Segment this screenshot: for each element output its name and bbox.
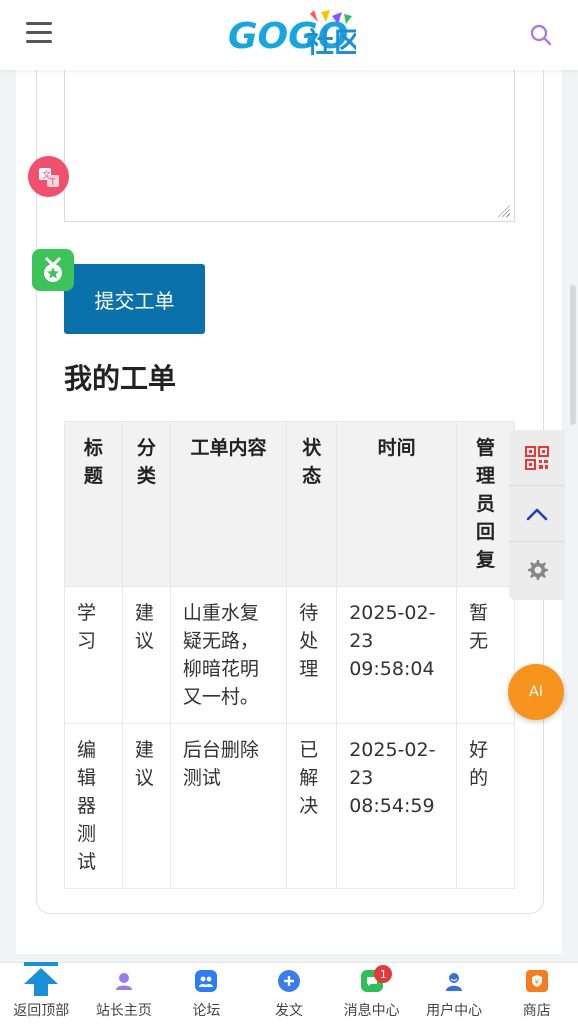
qrcode-icon[interactable]	[509, 430, 565, 486]
arrow-up-icon	[24, 962, 59, 996]
nav-post[interactable]: 发文	[248, 963, 331, 1024]
cell-status: 待处理	[286, 586, 338, 724]
svg-text:T: T	[49, 178, 56, 188]
plus-icon	[278, 970, 301, 992]
svg-text:社区: 社区	[306, 26, 356, 59]
medal-icon[interactable]	[32, 249, 74, 291]
nav-shop[interactable]: ¥ 商店	[495, 963, 578, 1024]
column-header-reply: 管理员回复	[456, 421, 515, 587]
nav-admin-home[interactable]: 站长主页	[83, 963, 166, 1024]
cell-title: 编辑器测试	[64, 723, 123, 889]
nav-user-center[interactable]: 用户中心	[413, 963, 496, 1024]
table-row[interactable]: 学习 建议 山重水复疑无路，柳暗花明又一村。 待处理 2025-02-23 09…	[64, 586, 515, 724]
column-header-category: 分类	[121, 421, 171, 587]
column-header-title: 标题	[64, 421, 123, 587]
cell-title: 学习	[64, 586, 123, 724]
cell-reply: 暂无	[456, 586, 515, 724]
table-header-row: 标题 分类 工单内容 状态 时间 管理员回复	[64, 421, 515, 587]
message-count-badge: 1	[374, 965, 393, 983]
nav-label: 消息中心	[343, 1003, 400, 1019]
nav-label: 返回顶部	[13, 1003, 70, 1019]
column-header-content: 工单内容	[169, 421, 288, 587]
nav-message-center[interactable]: 1 消息中心	[330, 963, 413, 1024]
gear-icon[interactable]	[509, 542, 565, 598]
nav-label: 商店	[522, 1003, 551, 1019]
bottom-nav: 返回顶部 站长主页 论坛 发文 1 消息中心 用户中心 ¥ 商店	[0, 962, 578, 1024]
submit-ticket-button[interactable]: 提交工单	[64, 264, 205, 334]
shop-icon: ¥	[525, 970, 548, 992]
forum-icon	[195, 970, 218, 992]
nav-label: 站长主页	[95, 1003, 152, 1019]
cell-category: 建议	[121, 723, 171, 889]
cell-time: 2025-02-23 08:54:59	[336, 723, 458, 889]
nav-label: 发文	[275, 1003, 304, 1019]
search-icon[interactable]	[530, 24, 552, 46]
cell-status: 已解决	[286, 723, 338, 889]
cell-category: 建议	[121, 586, 171, 724]
my-tickets-title: 我的工单	[64, 362, 177, 395]
user-avatar-icon	[113, 970, 135, 992]
nav-label: 论坛	[192, 1003, 221, 1019]
svg-text:¥: ¥	[534, 978, 539, 986]
resize-handle[interactable]	[498, 205, 510, 217]
column-header-time: 时间	[336, 421, 458, 587]
ai-assistant-button[interactable]: AI	[508, 664, 564, 720]
menu-icon[interactable]	[26, 22, 52, 46]
translate-icon[interactable]: 文 T	[28, 156, 69, 197]
top-header: GOGO 社区	[0, 0, 578, 70]
floating-toolbar	[509, 430, 565, 600]
nav-forum[interactable]: 论坛	[165, 963, 248, 1024]
cell-content: 后台删除测试	[169, 723, 288, 889]
cell-content: 山重水复疑无路，柳暗花明又一村。	[169, 586, 288, 724]
nav-back-to-top[interactable]: 返回顶部	[0, 962, 83, 1024]
site-logo[interactable]: GOGO 社区	[226, 8, 362, 62]
chevron-up-icon[interactable]	[509, 486, 565, 542]
ticket-content-textarea[interactable]	[64, 60, 515, 222]
nav-label: 用户中心	[426, 1003, 483, 1019]
table-row[interactable]: 编辑器测试 建议 后台删除测试 已解决 2025-02-23 08:54:59 …	[64, 723, 515, 889]
cell-reply: 好的	[456, 723, 515, 889]
scrollbar[interactable]	[570, 285, 576, 425]
user-center-icon	[443, 970, 465, 992]
cell-time: 2025-02-23 09:58:04	[336, 586, 458, 724]
tickets-table: 标题 分类 工单内容 状态 时间 管理员回复 学习 建议 山重水复疑无路，柳暗花…	[64, 421, 515, 889]
column-header-status: 状态	[286, 421, 338, 587]
